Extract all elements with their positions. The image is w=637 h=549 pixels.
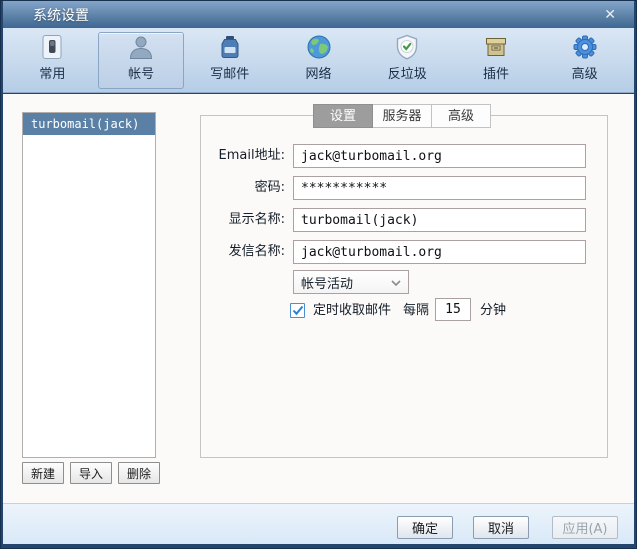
toolbar-item-label: 插件 xyxy=(483,63,509,82)
display-name-field[interactable] xyxy=(293,208,586,232)
toolbar-item-account[interactable]: 帐号 xyxy=(98,32,185,89)
toolbar-item-label: 帐号 xyxy=(128,63,154,82)
toolbar-item-label: 高级 xyxy=(572,63,598,82)
globe-icon xyxy=(306,33,332,60)
toolbar-item-label: 反垃圾 xyxy=(388,63,427,82)
email-label: Email地址: xyxy=(163,144,285,168)
toolbar-item-label: 网络 xyxy=(306,63,332,82)
account-list: turbomail(jack) xyxy=(22,112,156,458)
window-title: 系统设置 xyxy=(33,5,89,25)
auto-receive-checkbox[interactable] xyxy=(290,303,305,318)
interval-prefix-label: 每隔 xyxy=(403,303,429,319)
user-icon xyxy=(126,33,156,60)
settings-window: 系统设置 ✕ 常用 帐号 写邮件 网络 xyxy=(0,0,637,549)
toolbar-item-plugins[interactable]: 插件 xyxy=(453,32,540,89)
toolbar-item-compose[interactable]: 写邮件 xyxy=(186,32,273,89)
gear-icon xyxy=(572,33,598,60)
import-account-button[interactable]: 导入 xyxy=(70,462,112,484)
display-name-label: 显示名称: xyxy=(163,208,285,232)
password-label: 密码: xyxy=(163,176,285,200)
interval-minutes-field[interactable] xyxy=(435,298,471,321)
tab-settings[interactable]: 设置 xyxy=(313,104,373,128)
sender-name-field[interactable] xyxy=(293,240,586,264)
email-field[interactable] xyxy=(293,144,586,168)
toolbar-item-network[interactable]: 网络 xyxy=(275,32,362,89)
tab-advanced[interactable]: 高级 xyxy=(431,104,491,128)
toolbar-item-advanced[interactable]: 高级 xyxy=(541,32,628,89)
tab-server[interactable]: 服务器 xyxy=(372,104,432,128)
account-list-actions: 新建 导入 删除 xyxy=(22,462,160,484)
shield-check-icon xyxy=(394,33,420,60)
switch-icon xyxy=(39,33,65,60)
main-content: turbomail(jack) 新建 导入 删除 设置 服务器 高级 Email… xyxy=(3,94,634,503)
ink-bottle-icon xyxy=(217,33,243,60)
toolbar-item-label: 常用 xyxy=(39,63,65,82)
account-status-value: 帐号活动 xyxy=(301,273,353,292)
checkmark-icon xyxy=(292,301,304,320)
toolbar-item-label: 写邮件 xyxy=(210,63,249,82)
toolbar: 常用 帐号 写邮件 网络 反垃圾 xyxy=(3,28,634,93)
account-status-dropdown[interactable]: 帐号活动 xyxy=(293,270,409,294)
ok-button[interactable]: 确定 xyxy=(397,516,453,539)
box-icon xyxy=(483,33,509,60)
cancel-button[interactable]: 取消 xyxy=(473,516,529,539)
delete-account-button[interactable]: 删除 xyxy=(118,462,160,484)
account-list-item[interactable]: turbomail(jack) xyxy=(23,113,155,135)
footer: 确定 取消 应用(A) xyxy=(3,503,634,544)
chevron-down-icon xyxy=(391,275,401,290)
apply-button[interactable]: 应用(A) xyxy=(552,516,618,539)
tab-bar: 设置 服务器 高级 xyxy=(314,104,491,128)
toolbar-item-general[interactable]: 常用 xyxy=(9,32,96,89)
close-icon[interactable]: ✕ xyxy=(600,5,620,25)
new-account-button[interactable]: 新建 xyxy=(22,462,64,484)
password-field[interactable] xyxy=(293,176,586,200)
sender-name-label: 发信名称: xyxy=(163,240,285,264)
interval-unit-label: 分钟 xyxy=(480,303,506,319)
auto-receive-label: 定时收取邮件 xyxy=(313,303,391,319)
toolbar-item-antispam[interactable]: 反垃圾 xyxy=(364,32,451,89)
titlebar: 系统设置 ✕ xyxy=(3,1,634,28)
